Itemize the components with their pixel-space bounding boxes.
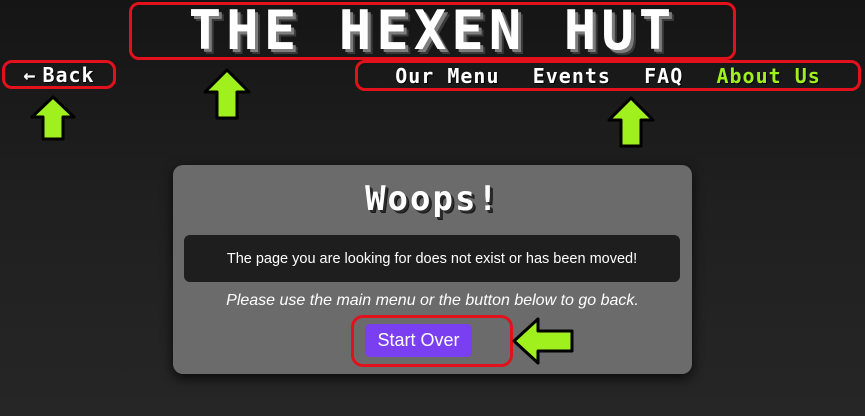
back-highlight-box: ← Back xyxy=(2,60,116,89)
green-arrow-up-icon xyxy=(203,68,251,120)
main-nav: Our Menu Events FAQ About Us xyxy=(358,63,858,88)
start-over-button[interactable]: Start Over xyxy=(365,324,472,357)
error-message: The page you are looking for does not ex… xyxy=(184,235,680,282)
nav-highlight-box: Our Menu Events FAQ About Us xyxy=(355,60,861,91)
nav-item-events[interactable]: Events xyxy=(533,64,611,88)
left-arrow-icon: ← xyxy=(23,62,37,87)
title-highlight-box: THE HEXEN HUT xyxy=(129,2,736,60)
back-label: Back xyxy=(42,62,95,87)
back-link[interactable]: ← Back xyxy=(5,62,113,87)
nav-item-our-menu[interactable]: Our Menu xyxy=(395,64,499,88)
green-arrow-up-icon xyxy=(607,96,655,148)
site-title: THE HEXEN HUT xyxy=(188,0,677,62)
nav-item-faq[interactable]: FAQ xyxy=(644,64,683,88)
error-heading: Woops! xyxy=(365,179,500,219)
green-arrow-up-icon xyxy=(30,95,76,141)
green-arrow-left-icon xyxy=(512,317,574,365)
error-hint: Please use the main menu or the button b… xyxy=(226,292,639,309)
nav-item-about-us[interactable]: About Us xyxy=(716,64,820,88)
